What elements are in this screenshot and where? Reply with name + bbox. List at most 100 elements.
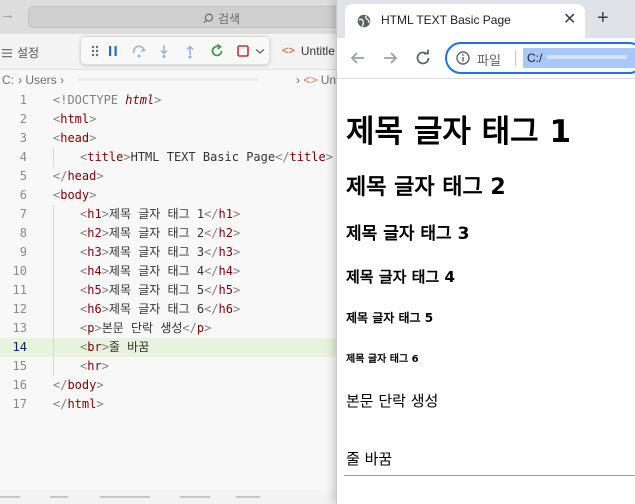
pause-icon[interactable] [105,43,121,59]
globe-icon [357,14,371,28]
html-file-icon: <> [282,45,295,57]
settings-tab[interactable]: 설정 [2,44,39,61]
code-text: <br>줄 바꿈 [80,340,150,354]
settings-tab-label: 설정 [17,46,40,60]
line-number: 15 [12,359,27,373]
code-line[interactable]: 3 <head> [0,129,340,148]
file-tab[interactable]: <> Untitle [282,44,335,58]
line-number: 6 [19,188,27,202]
line-number: 4 [19,150,27,164]
line-number: 7 [19,207,27,221]
stop-icon[interactable] [235,43,251,59]
code-line[interactable]: 15 <hr> [0,357,340,376]
paragraph: 본문 단락 생성 [346,392,439,410]
code-line[interactable]: 11 <h5>제목 글자 태그 5</h5> [0,281,340,300]
code-text: <p>본문 단락 생성</p> [80,321,212,335]
step-out-icon[interactable] [182,43,198,59]
code-line[interactable]: 2 <html> [0,110,340,129]
tab-title: HTML TEXT Basic Page [381,13,511,27]
code-text: <h1>제목 글자 태그 1</h1> [80,207,241,221]
chevron-down-icon[interactable] [252,43,268,59]
url-scheme-label: 파일 [477,53,501,68]
drag-handle-icon[interactable] [87,43,103,59]
line-number: 11 [12,283,27,297]
redacted-url [547,55,627,59]
code-line[interactable]: 5 </head> [0,167,340,186]
breadcrumb-folder-label: Users [25,73,57,87]
line-number: 1 [19,93,27,107]
redacted-path [78,78,258,81]
chevron-right-icon: › [18,73,22,87]
code-text: <html> [53,112,97,126]
debug-toolbar [80,36,270,65]
line-number: 12 [12,302,27,316]
line-number: 14 [12,340,27,354]
back-icon[interactable] [349,49,367,67]
address-bar[interactable]: 파일 C:/ [445,42,635,74]
code-line[interactable]: 1 <!DOCTYPE html> [0,91,340,110]
code-text: <title>HTML TEXT Basic Page</title> [80,150,333,164]
back-arrow-icon[interactable]: → [0,6,15,23]
code-line[interactable]: 14 <br>줄 바꿈 [0,338,340,357]
line-number: 2 [19,112,27,126]
indent-guide [53,148,54,167]
code-line[interactable]: 12 <h6>제목 글자 태그 6</h6> [0,300,340,319]
heading-4: 제목 글자 태그 4 [346,268,455,286]
code-text: </head> [53,169,104,183]
code-text: <h6>제목 글자 태그 6</h6> [80,302,241,316]
forward-icon[interactable] [381,49,399,67]
file-tab-label: Untitle [300,44,335,58]
code-text: </body> [53,378,104,392]
heading-1: 제목 글자 태그 1 [346,114,572,150]
command-center-search[interactable]: 검색 [28,6,340,28]
step-over-icon[interactable] [131,43,147,59]
step-into-icon[interactable] [156,43,172,59]
new-tab-icon[interactable]: + [597,8,609,28]
line-break-text: 줄 바꿈 [346,450,393,468]
code-text: <!DOCTYPE html> [53,93,162,107]
heading-6: 제목 글자 태그 6 [346,354,419,365]
code-text: <hr> [80,359,109,373]
page-content: 제목 글자 태그 1 제목 글자 태그 2 제목 글자 태그 3 제목 글자 태… [337,80,635,504]
browser-toolbar: 파일 C:/ [337,38,635,79]
browser-tab[interactable]: HTML TEXT Basic Page ✕ [345,4,585,38]
code-text: <head> [53,131,97,145]
code-line[interactable]: 13 <p>본문 단락 생성</p> [0,319,340,338]
code-text: <h2>제목 글자 태그 2</h2> [80,226,241,240]
reload-icon[interactable] [414,49,432,67]
line-number: 17 [12,397,27,411]
line-number: 10 [12,264,27,278]
line-number: 5 [19,169,27,183]
indent-guide [53,205,54,376]
omnibox-divider [515,50,516,66]
code-line[interactable]: 7 <h1>제목 글자 태그 1</h1> [0,205,340,224]
browser-window: HTML TEXT Basic Page ✕ + 파일 C:/ 제목 글자 태그… [336,0,635,504]
code-text: <h3>제목 글자 태그 3</h3> [80,245,241,259]
line-number: 16 [12,378,27,392]
code-line[interactable]: 8 <h2>제목 글자 태그 2</h2> [0,224,340,243]
search-placeholder: 검색 [218,12,241,26]
code-line[interactable]: 9 <h3>제목 글자 태그 3</h3> [0,243,340,262]
heading-3: 제목 글자 태그 3 [346,224,470,244]
search-icon [203,13,214,24]
code-line[interactable]: 17 </html> [0,395,340,414]
restart-icon[interactable] [209,43,225,59]
code-text: <h4>제목 글자 태그 4</h4> [80,264,241,278]
code-line[interactable]: 16 </body> [0,376,340,395]
line-number: 13 [12,321,27,335]
breadcrumb-drive[interactable]: C: [2,73,14,87]
horizontal-rule [344,475,635,476]
breadcrumb-folder[interactable]: › Users › [18,73,64,87]
close-tab-icon[interactable]: ✕ [563,11,576,29]
code-text: <body> [53,188,97,202]
line-number: 8 [19,226,27,240]
code-line[interactable]: 6 <body> [0,186,340,205]
code-line[interactable]: 10 <h4>제목 글자 태그 4</h4> [0,262,340,281]
code-text: </html> [53,397,104,411]
code-line[interactable]: 4 <title>HTML TEXT Basic Page</title> [0,148,340,167]
html-file-icon: <> [303,73,318,87]
chevron-right-icon: › [296,73,300,87]
info-icon[interactable] [456,51,470,65]
browser-tabstrip: HTML TEXT Basic Page ✕ + [337,0,635,38]
line-number: 3 [19,131,27,145]
